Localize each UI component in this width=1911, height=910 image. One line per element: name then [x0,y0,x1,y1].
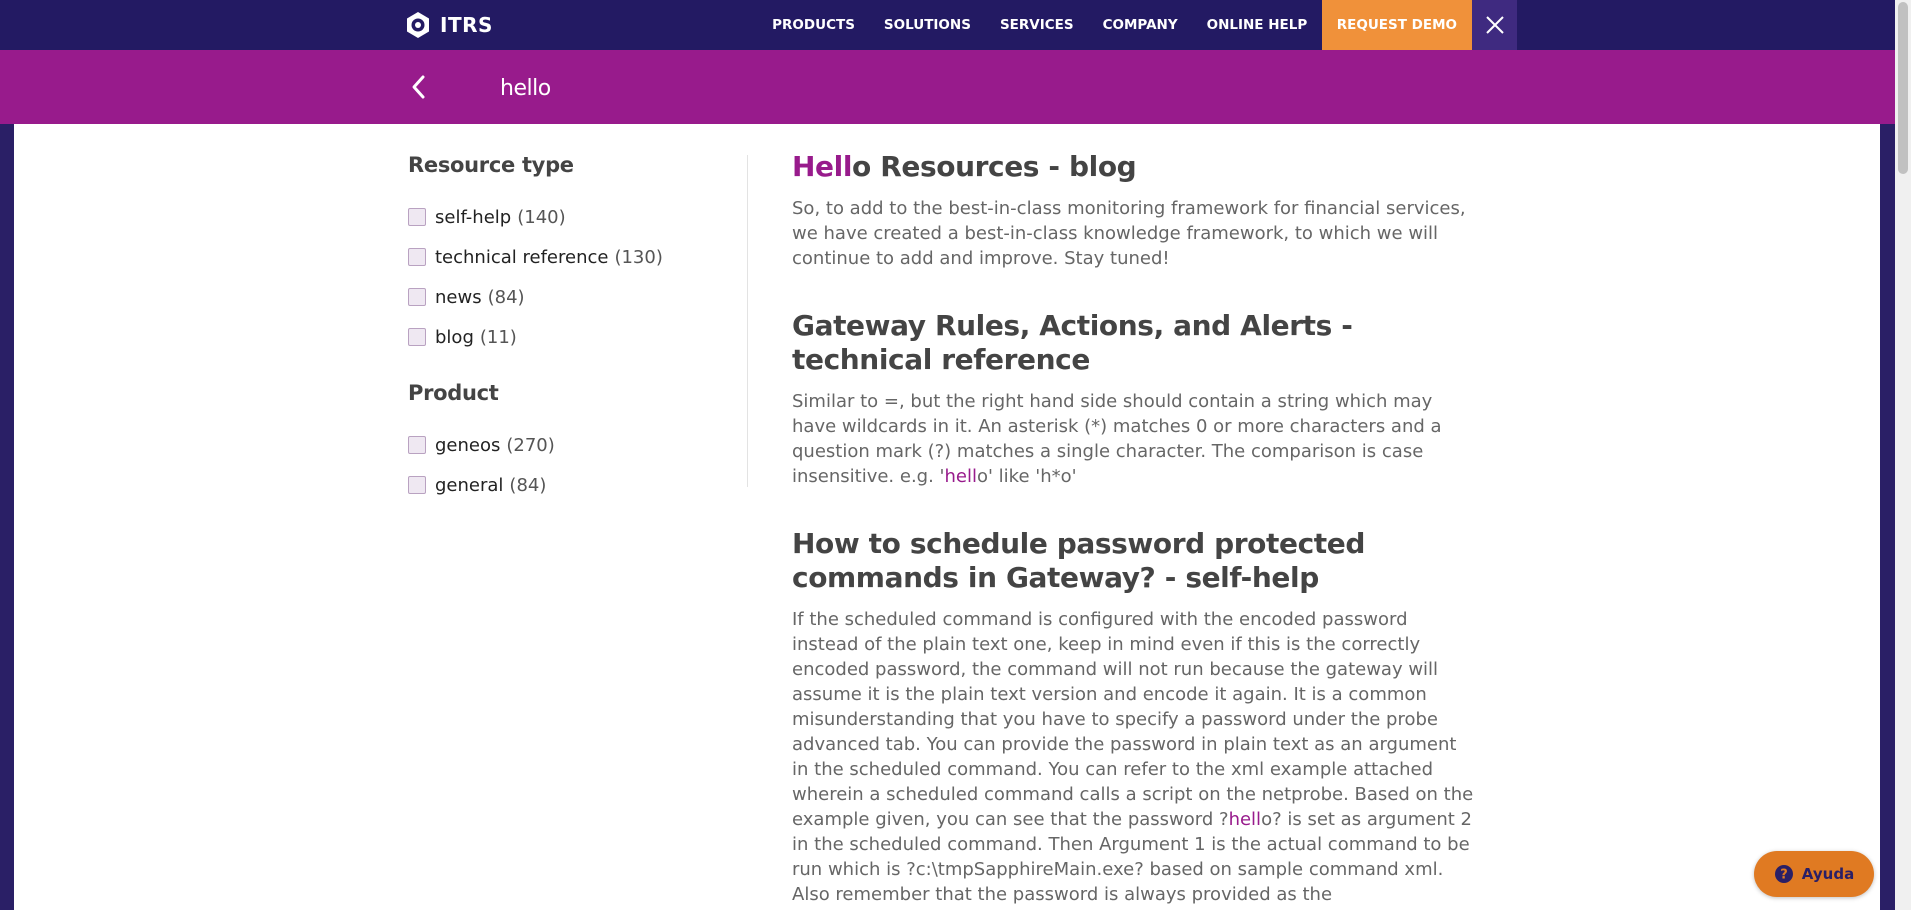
filter-heading-resource-type: Resource type [408,153,574,177]
itrs-logo[interactable]: ITRS [404,9,493,41]
filter-label: geneos [435,434,501,456]
nav-products[interactable]: PRODUCTS [758,0,870,50]
filter-heading-product: Product [408,381,499,405]
checkbox[interactable] [408,288,426,306]
snippet-text: Similar to =, but the right hand side sh… [792,391,1442,487]
back-arrow-icon[interactable] [404,72,434,102]
help-label: Ayuda [1801,865,1855,883]
scrollbar-thumb[interactable] [1898,2,1908,174]
filter-count: (270) [506,434,555,456]
nav-services[interactable]: SERVICES [985,0,1088,50]
request-demo-button[interactable]: REQUEST DEMO [1321,0,1472,50]
svg-text:?: ? [1780,868,1788,883]
result-title-link[interactable]: How to schedule password protected comma… [792,527,1476,595]
filter-label: news [435,286,482,308]
filter-label: technical reference [435,246,609,268]
search-results: Hello Resources - blog So, to add to the… [792,150,1476,910]
result-snippet: So, to add to the best-in-class monitori… [792,198,1466,269]
nav-solutions[interactable]: SOLUTIONS [869,0,985,50]
highlight: hell [944,466,977,487]
filter-count: (84) [509,474,547,496]
filter-label: blog [435,326,474,348]
checkbox[interactable] [408,436,426,454]
checkbox[interactable] [408,328,426,346]
filter-count: (140) [517,206,566,228]
result-snippet: Similar to =, but the right hand side sh… [792,389,1476,489]
highlight: Hell [792,150,853,183]
result-title-link[interactable]: Hello Resources - blog [792,150,1476,184]
result-title-link[interactable]: Gateway Rules, Actions, and Alerts - tec… [792,309,1476,377]
column-divider [747,155,748,487]
filter-geneos[interactable]: geneos (270) [408,425,738,465]
highlight: hell [1228,809,1262,830]
filter-self-help[interactable]: self-help (140) [408,197,738,237]
filter-blog[interactable]: blog (11) [408,317,738,357]
question-icon: ? [1774,865,1793,883]
snippet-text: If the scheduled command is configured w… [792,609,1474,830]
checkbox[interactable] [408,476,426,494]
result-item: Gateway Rules, Actions, and Alerts - tec… [792,309,1476,489]
result-item: Hello Resources - blog So, to add to the… [792,150,1476,271]
title-text: o Resources - blog [852,150,1137,183]
filter-count: (130) [614,246,663,268]
itrs-logo-icon [407,12,429,38]
search-input[interactable] [498,68,1402,108]
navbar-inner: ITRS PRODUCTS SOLUTIONS SERVICES COMPANY… [404,0,1517,50]
brand-name: ITRS [440,13,493,37]
checkbox[interactable] [408,208,426,226]
result-item: How to schedule password protected comma… [792,527,1476,907]
nav-online-help[interactable]: ONLINE HELP [1192,0,1322,50]
filter-general[interactable]: general (84) [408,465,738,505]
checkbox[interactable] [408,248,426,266]
filter-sidebar: Resource type self-help (140) technical … [408,153,738,505]
main-content: Resource type self-help (140) technical … [14,124,1880,910]
snippet-text: o' like 'h*o' [976,466,1077,487]
filter-news[interactable]: news (84) [408,277,738,317]
close-icon [1485,16,1504,34]
filter-count: (84) [487,286,525,308]
filter-count: (11) [479,326,517,348]
filter-label: general [435,474,504,496]
top-navbar: ITRS PRODUCTS SOLUTIONS SERVICES COMPANY… [0,0,1895,50]
nav-company[interactable]: COMPANY [1088,0,1192,50]
close-search-button[interactable] [1472,0,1517,50]
filter-technical-reference[interactable]: technical reference (130) [408,237,738,277]
main-nav: PRODUCTS SOLUTIONS SERVICES COMPANY ONLI… [758,0,1472,50]
search-bar [0,50,1895,124]
filter-label: self-help [435,206,512,228]
result-snippet: If the scheduled command is configured w… [792,607,1476,907]
help-button[interactable]: ? Ayuda [1754,851,1874,897]
